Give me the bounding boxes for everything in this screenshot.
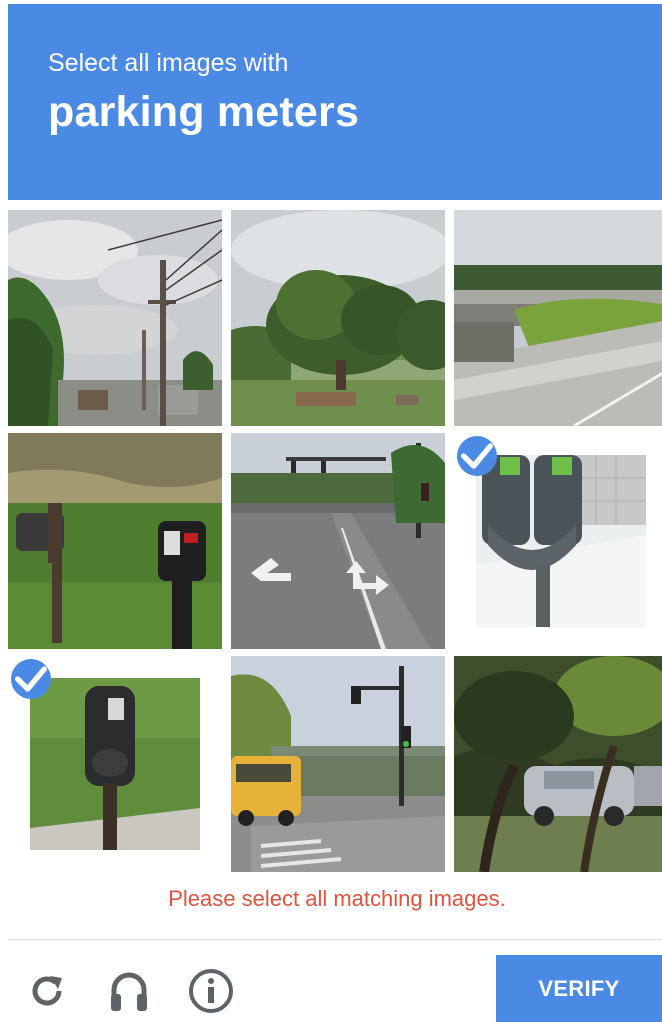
image-tile-3[interactable] [454,210,662,426]
challenge-header: Select all images with parking meters [8,4,662,200]
divider [8,939,662,940]
reload-button[interactable] [22,966,72,1016]
image-tile-6[interactable] [454,433,662,649]
audio-icon [111,972,147,1011]
tile-image [231,210,445,426]
tile-image [8,210,222,426]
image-tile-5[interactable] [231,433,445,649]
tile-image [231,433,445,649]
image-tile-1[interactable] [8,210,222,426]
selected-check-icon [11,659,51,699]
verify-button[interactable]: VERIFY [496,955,662,1022]
image-tile-9[interactable] [454,656,662,872]
instruction-text: Select all images with [48,49,289,77]
tile-image [30,678,200,850]
target-object-label: parking meters [48,88,360,136]
image-tile-4[interactable] [8,433,222,649]
tile-image [454,210,662,426]
image-tile-7[interactable] [8,656,222,872]
image-grid [8,210,662,872]
help-button[interactable] [186,966,236,1016]
tile-image [476,455,646,627]
image-tile-2[interactable] [231,210,445,426]
info-icon [189,969,233,1013]
reload-icon [32,976,62,1006]
selected-check-icon [457,436,497,476]
tile-image [231,656,445,872]
tile-image [8,433,222,649]
audio-challenge-button[interactable] [104,966,154,1016]
image-tile-8[interactable] [231,656,445,872]
tile-image [454,656,662,872]
error-message: Please select all matching images. [168,886,506,911]
